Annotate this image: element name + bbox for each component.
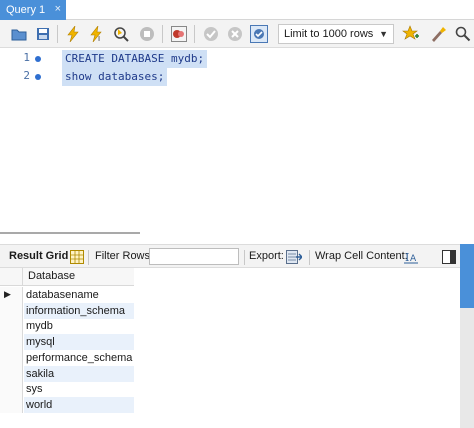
toolbar-separator [309, 250, 310, 265]
execute-icon[interactable] [64, 25, 82, 43]
table-cell[interactable]: performance_schema [24, 350, 134, 366]
row-marker[interactable] [0, 334, 23, 351]
table-row[interactable]: ▶ databasename [0, 287, 134, 303]
export-label: Export: [249, 250, 284, 262]
filter-rows-label: Filter Rows: [95, 250, 154, 262]
table-cell[interactable]: sakila [24, 365, 134, 382]
toggle-output-icon[interactable] [170, 25, 188, 43]
side-panel-strip [460, 308, 474, 428]
row-marker[interactable] [0, 318, 23, 335]
svg-text:I: I [405, 251, 409, 264]
tab-query-1[interactable]: Query 1 × [0, 0, 66, 20]
table-cell[interactable]: mydb [24, 318, 134, 334]
table-row[interactable]: sys [0, 381, 134, 398]
row-marker[interactable] [0, 365, 23, 382]
row-marker[interactable]: ▶ [0, 287, 23, 303]
gutter-line: 1 [0, 50, 60, 68]
toolbar-separator [162, 25, 163, 43]
table-cell[interactable]: sys [24, 381, 134, 397]
chevron-down-icon: ▼ [379, 29, 388, 39]
wrap-text-icon[interactable]: IA [402, 248, 420, 266]
result-toolbar: Result Grid Filter Rows: Export: Wrap Ce… [0, 244, 460, 268]
grid-corner [0, 268, 23, 286]
grid-icon[interactable] [68, 248, 86, 266]
toolbar-separator [194, 25, 195, 43]
row-marker[interactable] [0, 349, 23, 366]
export-icon[interactable] [285, 248, 303, 266]
row-marker[interactable] [0, 396, 23, 413]
grid-header: Database [0, 268, 134, 286]
panel-toggle-icon[interactable] [440, 248, 458, 266]
splitter-grip[interactable] [0, 232, 140, 234]
current-row-arrow-icon: ▶ [4, 289, 11, 299]
limit-rows-select[interactable]: Limit to 1000 rows ▼ [278, 24, 394, 44]
rollback-icon[interactable] [226, 25, 244, 43]
table-row[interactable]: sakila [0, 365, 134, 382]
result-grid-tab[interactable]: Result Grid [9, 250, 68, 262]
svg-text:I: I [98, 35, 100, 42]
beautify-icon[interactable] [429, 25, 447, 43]
table-row[interactable]: world [0, 396, 134, 413]
commit-icon[interactable] [202, 25, 220, 43]
toolbar-separator [244, 250, 245, 265]
line-number: 1 [23, 51, 30, 64]
table-row[interactable]: performance_schema [0, 349, 134, 366]
table-cell[interactable]: mysql [24, 334, 134, 351]
side-panel-tab[interactable] [460, 244, 474, 308]
sql-editor[interactable]: 1 CREATE DATABASE mydb; 2 show databases… [0, 48, 474, 228]
toolbar-separator [88, 250, 89, 265]
filter-rows-input[interactable] [149, 248, 239, 265]
add-snippet-icon[interactable] [402, 25, 420, 43]
code-line[interactable]: CREATE DATABASE mydb; [62, 50, 208, 68]
row-marker[interactable] [0, 302, 23, 319]
line-number: 2 [23, 69, 30, 82]
stop-icon[interactable] [138, 25, 156, 43]
table-row[interactable]: mysql [0, 334, 134, 351]
execute-current-icon[interactable]: I [88, 25, 106, 43]
gutter-line: 2 [0, 68, 60, 86]
statement-marker-icon [35, 74, 41, 80]
limit-rows-value: Limit to 1000 rows [284, 28, 374, 40]
editor-toolbar: I Limit to 1000 rows ▼ [0, 20, 474, 48]
statement-marker-icon [35, 56, 41, 62]
tab-bar: Query 1 × [0, 0, 474, 20]
table-cell[interactable]: information_schema [24, 302, 134, 319]
explain-icon[interactable] [112, 25, 130, 43]
table-row[interactable]: information_schema [0, 302, 134, 319]
wrap-cell-label: Wrap Cell Content: [315, 250, 408, 262]
open-file-icon[interactable] [10, 25, 28, 43]
column-header-database[interactable]: Database [28, 270, 75, 282]
row-marker[interactable] [0, 381, 23, 398]
table-row[interactable]: mydb [0, 318, 134, 335]
table-cell[interactable]: world [24, 396, 134, 413]
save-icon[interactable] [34, 25, 52, 43]
code-line[interactable]: show databases; [62, 68, 168, 86]
panel-splitter[interactable] [0, 228, 474, 242]
find-icon[interactable] [454, 25, 472, 43]
close-icon[interactable]: × [55, 3, 61, 15]
autocommit-icon[interactable] [250, 25, 268, 43]
tab-title: Query 1 [6, 4, 46, 16]
table-cell[interactable]: databasename [24, 287, 134, 303]
toolbar-separator [57, 25, 58, 43]
